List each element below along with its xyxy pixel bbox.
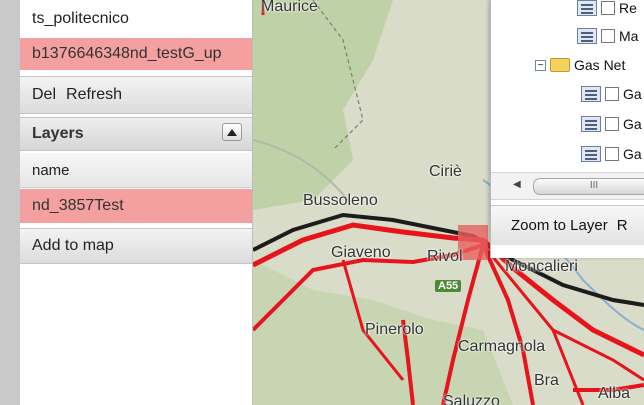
- del-button[interactable]: Del: [32, 86, 56, 104]
- map-label: Carmagnola: [458, 338, 546, 355]
- collapse-button[interactable]: [222, 123, 242, 141]
- layer-checkbox[interactable]: [601, 1, 615, 15]
- tree-item-label: Re: [619, 0, 637, 16]
- list-item-label: b1376646348nd_testG_up: [32, 45, 222, 62]
- scrollbar-grip: III: [589, 180, 599, 191]
- tree-folder-label: Gas Net: [574, 57, 626, 73]
- layer-checkbox[interactable]: [605, 87, 619, 101]
- map-label: Giaveno: [331, 244, 391, 261]
- layer-icon: [581, 116, 601, 132]
- left-edge-strip: [0, 0, 21, 405]
- layer-tree-panel: Re Ma − Gas Net Ga Ga Ga ◀ III Zoom to L…: [490, 0, 644, 258]
- map-label: Moncalieri: [505, 258, 578, 275]
- layer-icon: [581, 86, 601, 102]
- list-item-label: ts_politecnico: [32, 10, 129, 27]
- map-label: Rivol: [427, 248, 463, 265]
- layer-checkbox[interactable]: [605, 117, 619, 131]
- tree-item-label: Ma: [619, 28, 639, 44]
- column-header-name[interactable]: name: [20, 153, 252, 188]
- map-label: Bussoleno: [303, 192, 378, 209]
- folder-icon: [550, 58, 570, 72]
- tree-item-label: Ga: [623, 146, 642, 162]
- layer-row-selected[interactable]: nd_3857Test: [20, 189, 252, 223]
- tree-item[interactable]: Ga: [581, 146, 642, 162]
- layer-checkbox[interactable]: [605, 147, 619, 161]
- layers-title: Layers: [32, 125, 84, 142]
- list-toolbar: Del Refresh: [20, 76, 252, 114]
- map-label: Pinerolo: [365, 321, 424, 338]
- highway-shield: A55: [435, 280, 462, 292]
- tree-folder[interactable]: − Gas Net: [535, 57, 625, 73]
- add-to-map-bar: Add to map: [20, 228, 252, 264]
- map-label: Bra: [534, 372, 559, 389]
- layer-icon: [577, 0, 597, 16]
- column-header-label: name: [32, 161, 70, 179]
- zoom-to-layer-button[interactable]: Zoom to Layer: [511, 217, 608, 234]
- toolbar-button[interactable]: R: [617, 217, 628, 234]
- tree-item-label: Ga: [623, 86, 642, 102]
- layers-header: Layers: [20, 117, 252, 151]
- refresh-button[interactable]: Refresh: [66, 86, 122, 104]
- layer-checkbox[interactable]: [601, 29, 615, 43]
- layer-tree-toolbar: Zoom to Layer R: [491, 205, 644, 245]
- layer-icon: [581, 146, 601, 162]
- tree-item-label: Ga: [623, 116, 642, 132]
- catalog-panel: ts_politecnico b1376646348nd_testG_up De…: [20, 0, 253, 405]
- collapse-tree-icon[interactable]: −: [535, 59, 546, 71]
- scroll-left-icon[interactable]: ◀: [513, 179, 521, 190]
- tree-item[interactable]: Ga: [581, 86, 642, 102]
- list-item[interactable]: ts_politecnico: [20, 0, 252, 38]
- horizontal-scrollbar[interactable]: ◀ III: [491, 172, 644, 200]
- layer-row-label: nd_3857Test: [32, 197, 124, 214]
- map-label: Maurice: [261, 0, 318, 15]
- list-item-selected[interactable]: b1376646348nd_testG_up: [20, 38, 252, 70]
- chevron-up-icon: [227, 128, 237, 136]
- tree-item[interactable]: Ga: [581, 116, 642, 132]
- map-label: Alba: [598, 385, 631, 402]
- layer-icon: [577, 28, 597, 44]
- map-label: Saluzzo: [443, 393, 500, 405]
- map-label: Ciriè: [429, 163, 462, 180]
- tree-item[interactable]: Ma: [577, 28, 638, 44]
- tree-item[interactable]: Re: [577, 0, 637, 16]
- add-to-map-button[interactable]: Add to map: [32, 237, 114, 255]
- scrollbar-thumb[interactable]: III: [533, 178, 644, 195]
